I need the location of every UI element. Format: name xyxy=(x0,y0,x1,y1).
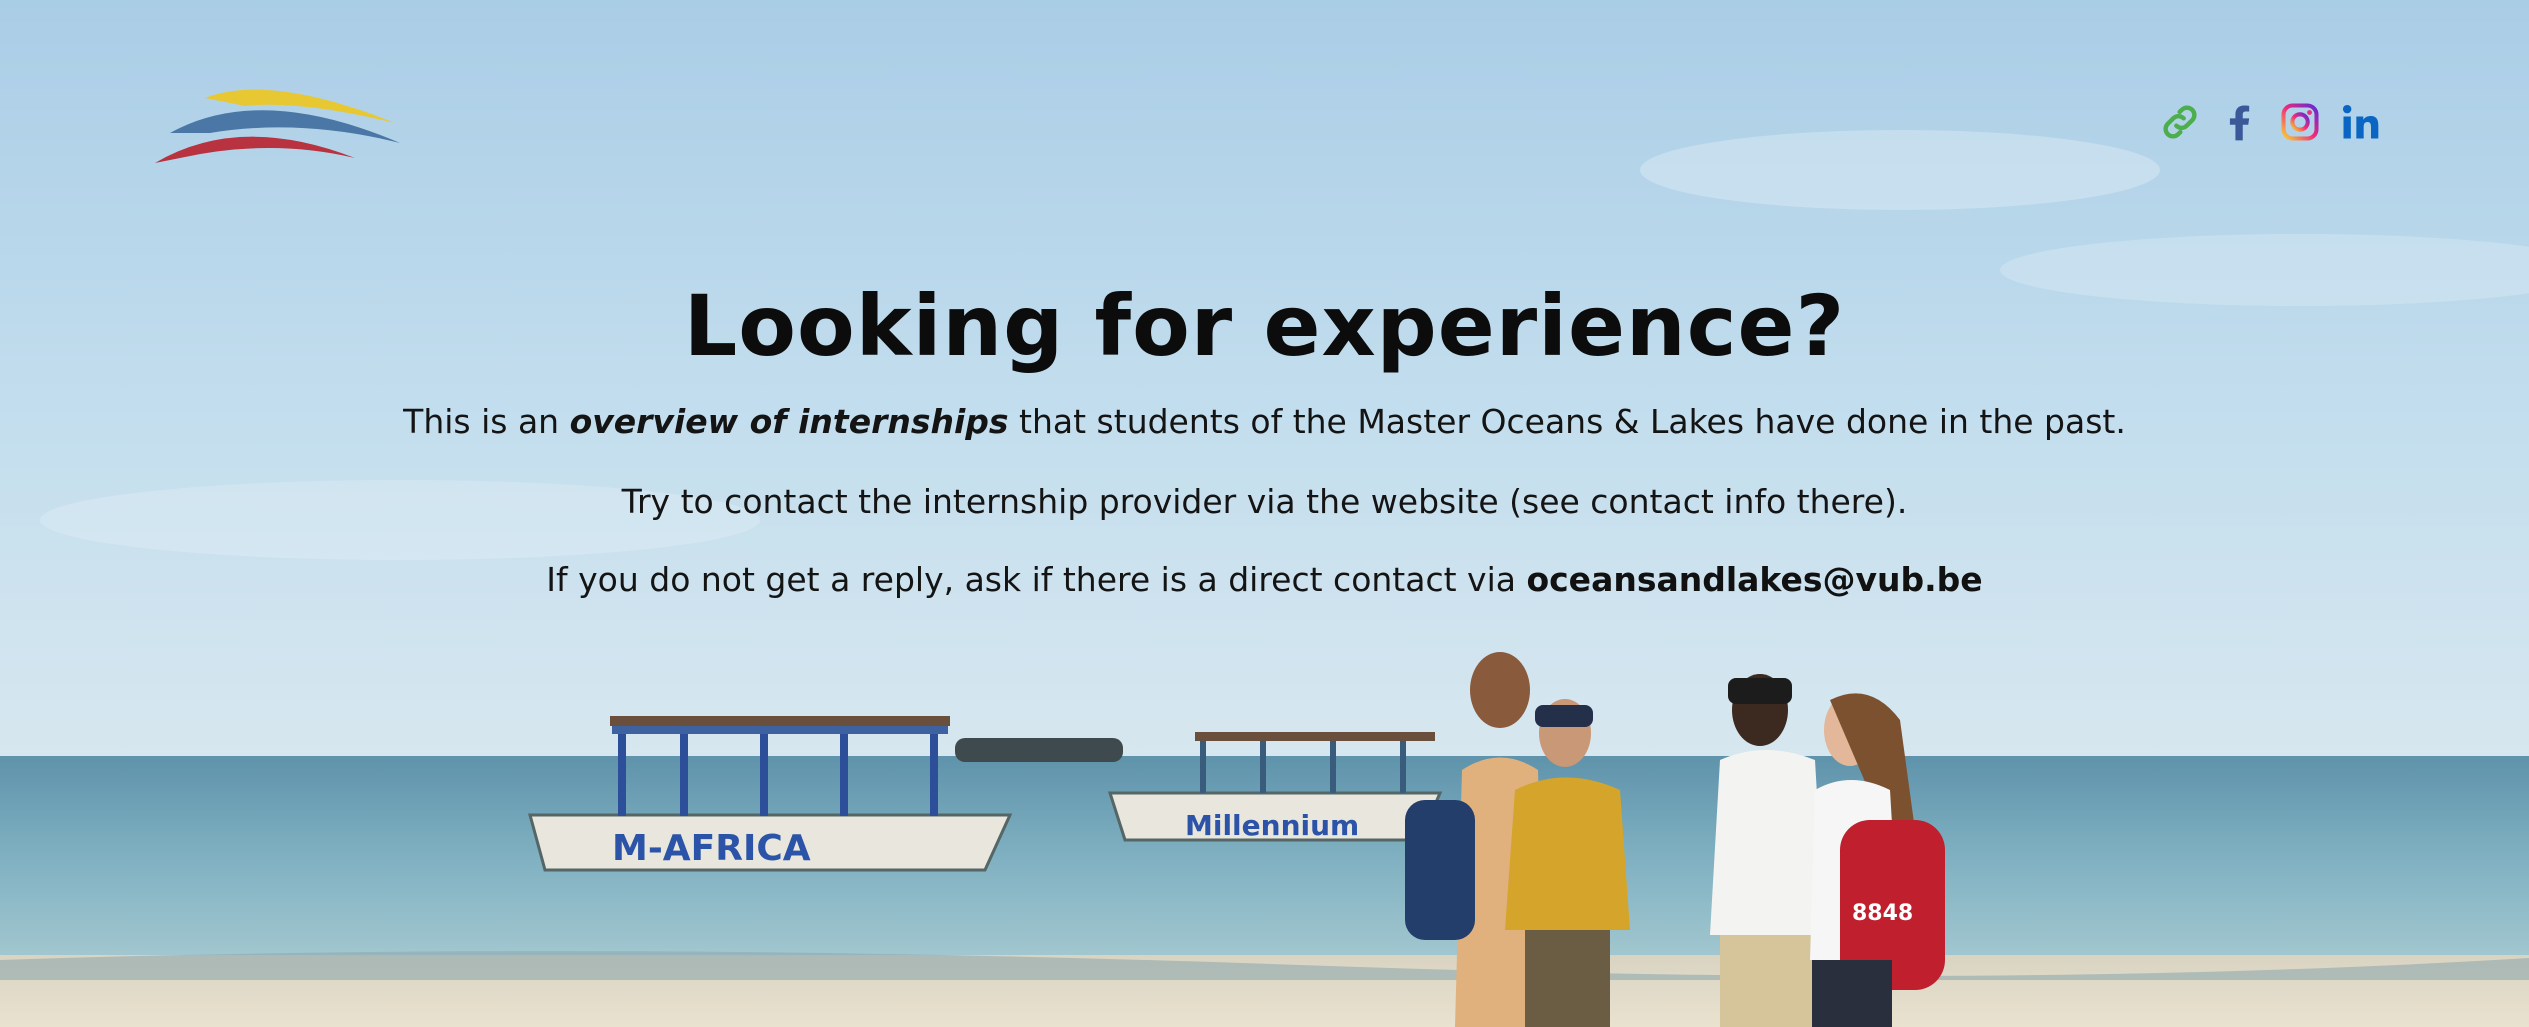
linkedin-icon xyxy=(2342,104,2379,139)
facebook-link[interactable] xyxy=(2216,98,2264,146)
instagram-link[interactable] xyxy=(2276,98,2324,146)
intro-suffix: that students of the Master Oceans & Lak… xyxy=(1008,402,2126,441)
link-icon xyxy=(2163,105,2197,139)
page-title: Looking for experience? xyxy=(683,277,1846,375)
hero-content: Looking for experience? This is an overv… xyxy=(0,270,2529,602)
intro-emphasis: overview of internships xyxy=(569,402,1009,441)
boat-right-label: Millennium xyxy=(1185,809,1359,842)
intro-prefix: This is an xyxy=(403,402,570,441)
contact-instructions: Try to contact the internship provider v… xyxy=(621,482,1908,521)
intro-paragraph: This is an overview of internships that … xyxy=(0,400,2529,444)
contact-email-link[interactable]: oceansandlakes@vub.be xyxy=(1526,560,1982,599)
boat-left-label: M-AFRICA xyxy=(612,828,811,869)
email-prefix: If you do not get a reply, ask if there … xyxy=(546,560,1527,599)
website-link[interactable] xyxy=(2156,98,2204,146)
social-links xyxy=(2156,98,2384,146)
site-logo[interactable] xyxy=(150,78,410,178)
hero-section: M-AFRICA Millennium 8848 Looking for exp… xyxy=(0,0,2529,1027)
facebook-icon xyxy=(2229,105,2250,141)
contact-email-paragraph: If you do not get a reply, ask if there … xyxy=(0,558,2529,602)
linkedin-link[interactable] xyxy=(2336,98,2384,146)
instagram-icon xyxy=(2281,103,2319,141)
bag-text: 8848 xyxy=(1852,901,1913,926)
